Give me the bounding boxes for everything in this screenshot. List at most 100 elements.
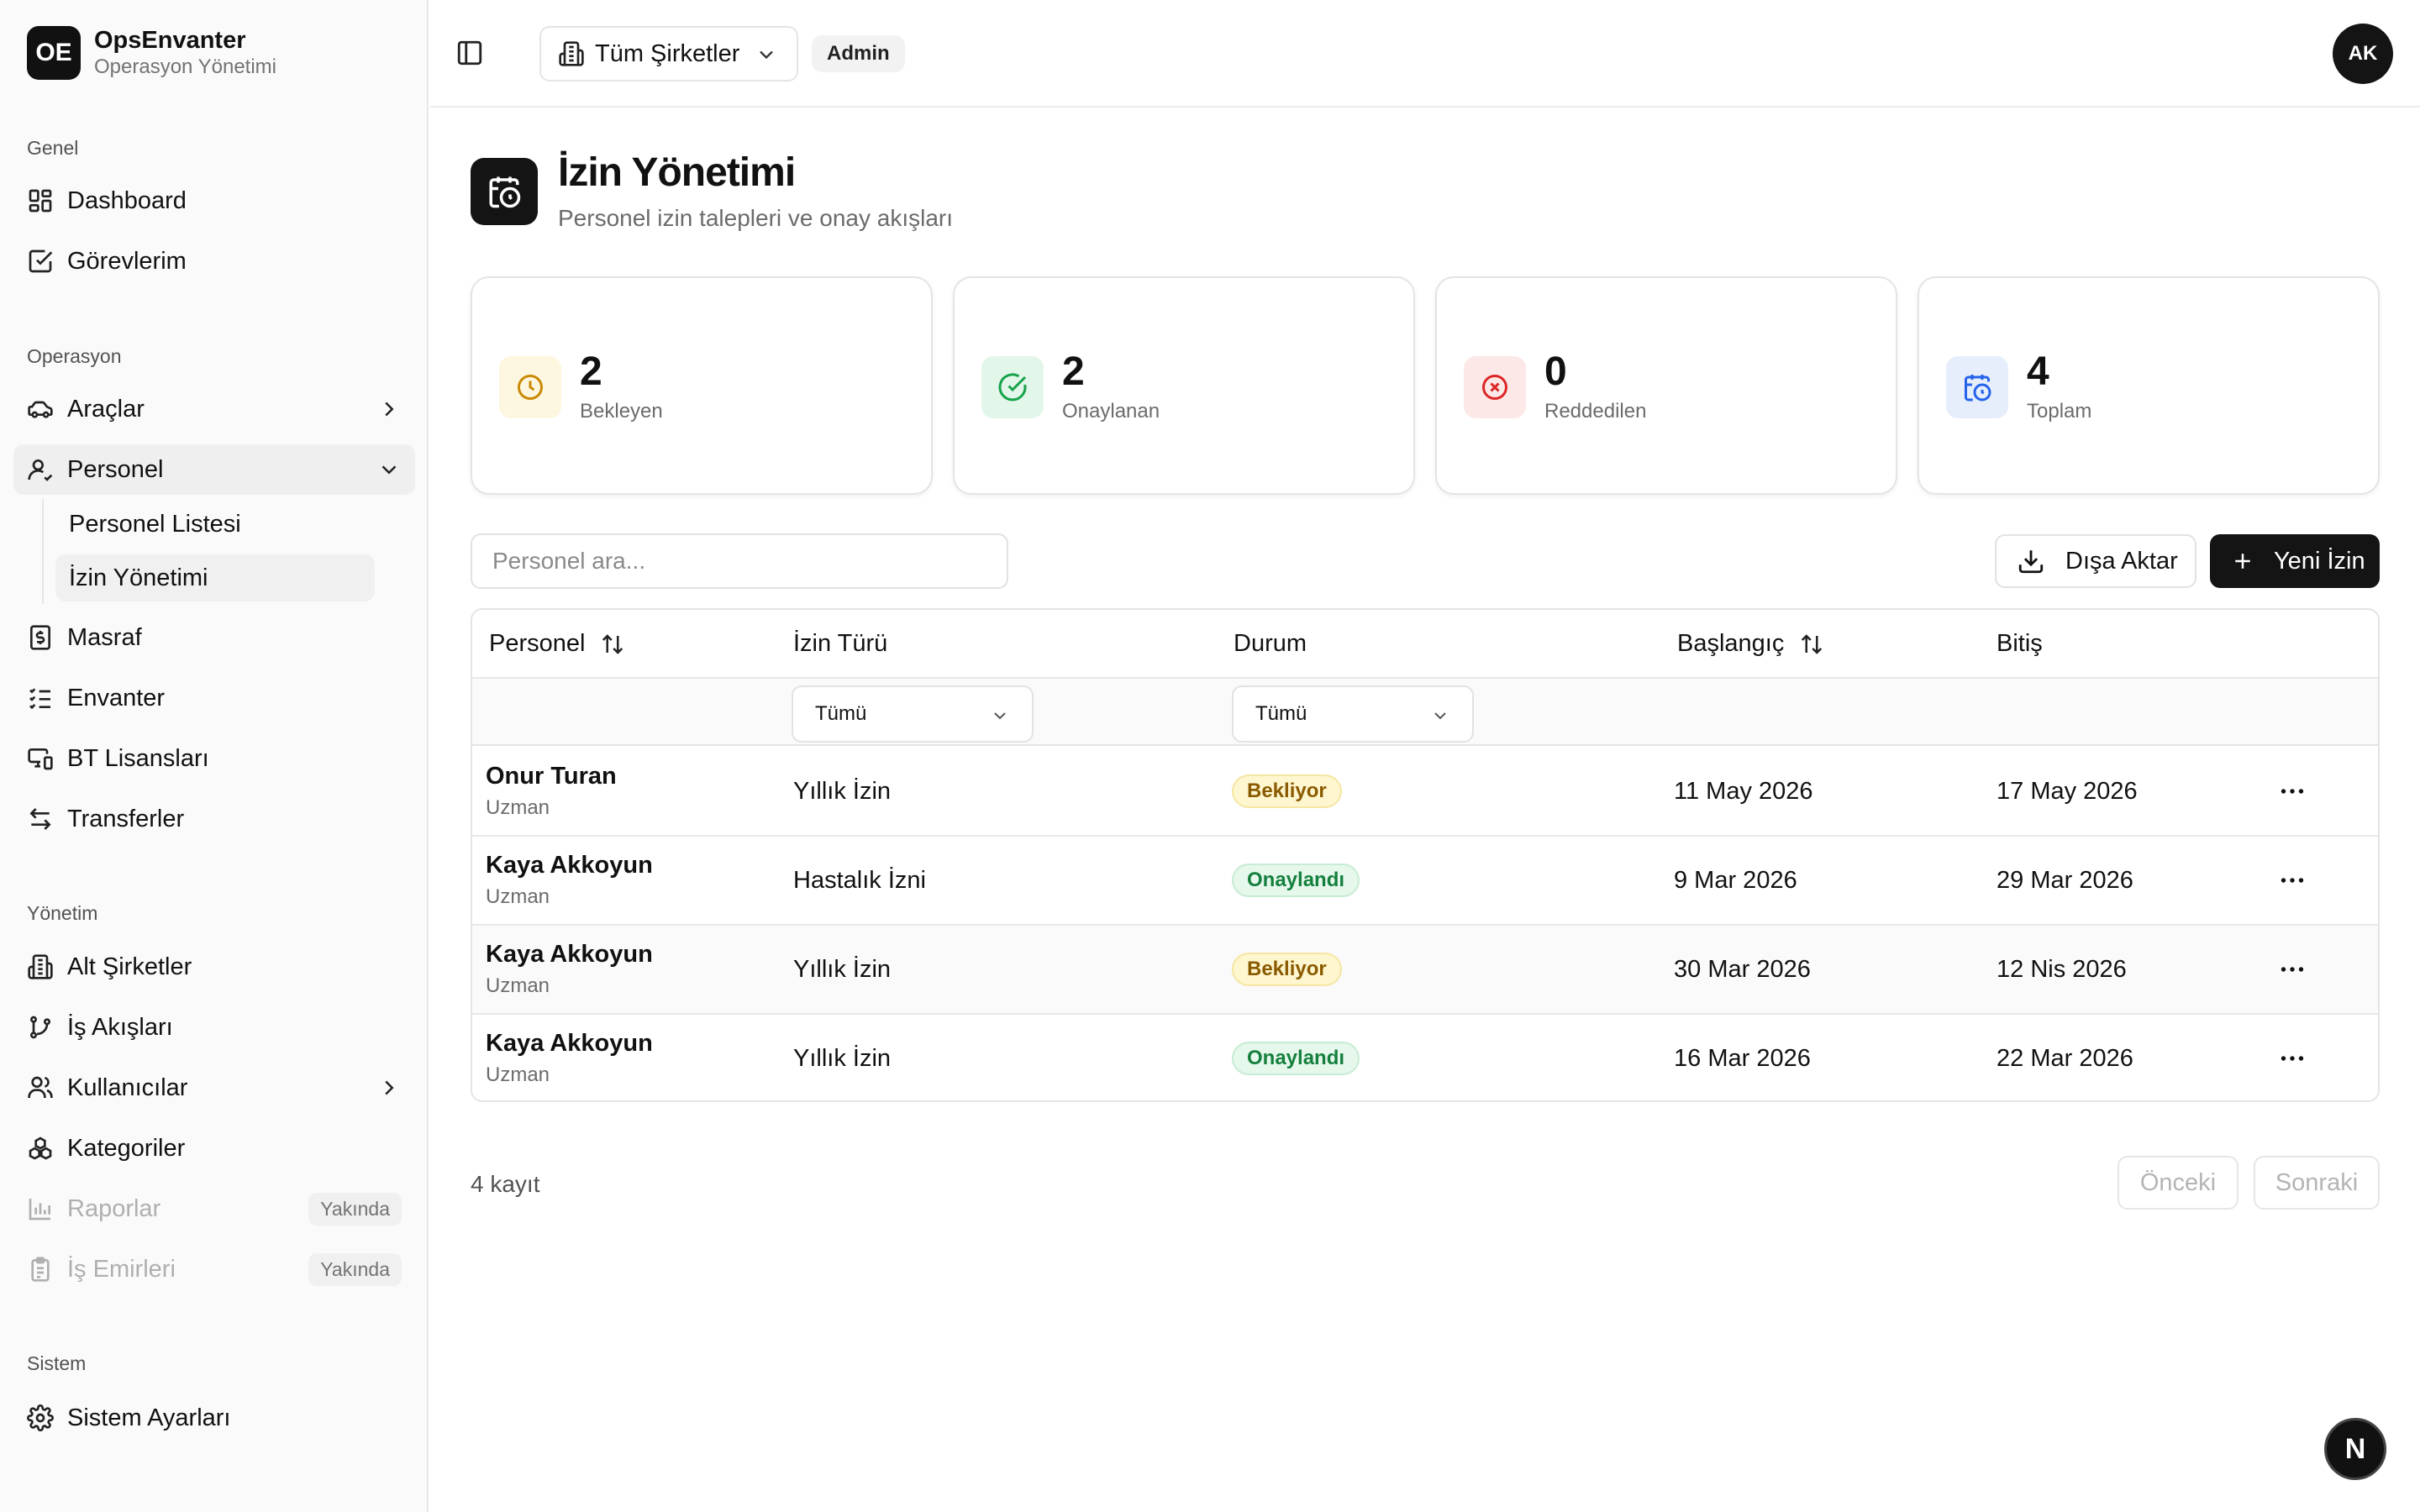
table-row[interactable]: Kaya Akkoyun Uzman Hastalık İzni Onaylan… — [472, 837, 2378, 926]
sidebar-item-transferler[interactable]: Transferler — [13, 794, 415, 844]
start-date: 30 Mar 2026 — [1674, 956, 1811, 983]
avatar[interactable]: AK — [2333, 24, 2393, 84]
sidebar-item-label: Sistem Ayarları — [67, 1404, 231, 1431]
top-header: Tüm Şirketler Admin AK — [430, 0, 2420, 108]
list-checks-icon — [27, 685, 54, 711]
employee-name: Onur Turan — [486, 763, 617, 790]
company-select-value: Tüm Şirketler — [595, 39, 740, 67]
start-date: 9 Mar 2026 — [1674, 867, 1797, 894]
brand-subtitle: Operasyon Yönetimi — [94, 55, 277, 78]
sidebar-item-label: İş Emirleri — [67, 1255, 176, 1283]
export-button[interactable]: Dışa Aktar — [1995, 534, 2196, 588]
more-horizontal-icon[interactable] — [2277, 1043, 2307, 1074]
new-leave-button-label: Yeni İzin — [2274, 547, 2365, 575]
employee-role: Uzman — [486, 974, 550, 997]
gear-icon — [27, 1404, 54, 1431]
x-circle-icon — [1480, 372, 1510, 402]
group-label-operasyon: Operasyon — [27, 345, 122, 367]
page-subtitle: Personel izin talepleri ve onay akışları — [558, 205, 954, 231]
start-date: 16 Mar 2026 — [1674, 1045, 1811, 1072]
filter-row: Tümü Tümü — [472, 679, 2378, 746]
column-header-bitis: Bitiş — [1996, 630, 2043, 657]
sidebar-item-label: İş Akışları — [67, 1013, 173, 1041]
sidebar-item-is-akislari[interactable]: İş Akışları — [13, 1002, 415, 1053]
sidebar-item-dashboard[interactable]: Dashboard — [13, 176, 415, 226]
sidebar: OE OpsEnvanter Operasyon Yönetimi Genel … — [0, 0, 429, 1512]
sidebar-item-alt-sirketler[interactable]: Alt Şirketler — [13, 942, 415, 992]
sidebar-item-gorevlerim[interactable]: Görevlerim — [13, 236, 415, 286]
download-icon — [2017, 547, 2045, 575]
sort-icon[interactable] — [1799, 632, 1824, 657]
table-header: Personel İzin Türü Durum Başlangıç Bitiş — [472, 610, 2378, 679]
end-date: 22 Mar 2026 — [1996, 1045, 2133, 1072]
column-header-baslangic[interactable]: Başlangıç — [1677, 630, 1824, 658]
stat-icon-wrap — [981, 356, 1044, 418]
receipt-icon — [27, 624, 54, 651]
sidebar-item-bt-lisanslari[interactable]: BT Lisansları — [13, 733, 415, 784]
sidebar-item-personel-listesi[interactable]: Personel Listesi — [55, 501, 375, 548]
sort-icon[interactable] — [600, 632, 625, 657]
stat-label: Toplam — [2027, 400, 2092, 423]
page-icon — [471, 158, 538, 225]
stat-card-pending: 2 Bekleyen — [471, 276, 933, 495]
sidebar-item-label: Araçlar — [67, 395, 145, 423]
filter-izin-turu-select[interactable]: Tümü — [792, 685, 1034, 743]
dev-tools-badge[interactable]: N — [2324, 1418, 2386, 1480]
group-label-genel: Genel — [27, 137, 79, 159]
chevron-right-icon — [376, 396, 402, 422]
role-badge: Admin — [812, 35, 905, 72]
sidebar-item-raporlar: Raporlar Yakında — [13, 1184, 415, 1234]
sidebar-item-kategoriler[interactable]: Kategoriler — [13, 1123, 415, 1173]
new-leave-button[interactable]: Yeni İzin — [2210, 534, 2380, 588]
more-horizontal-icon[interactable] — [2277, 776, 2307, 806]
soon-badge: Yakında — [308, 1252, 402, 1286]
git-branch-icon — [27, 1014, 54, 1041]
table-row[interactable]: Kaya Akkoyun Uzman Yıllık İzin Onaylandı… — [472, 1015, 2378, 1100]
status-badge: Bekliyor — [1232, 774, 1342, 808]
bar-chart-icon — [27, 1195, 54, 1222]
chevron-right-icon — [376, 1075, 402, 1100]
sidebar-item-sistem-ayarlari[interactable]: Sistem Ayarları — [13, 1393, 415, 1443]
record-count: 4 kayıt — [471, 1171, 540, 1197]
stat-label: Reddedilen — [1544, 400, 1647, 423]
sidebar-toggle-icon[interactable] — [455, 39, 484, 67]
filter-durum-select[interactable]: Tümü — [1232, 685, 1474, 743]
sidebar-item-kullanicilar[interactable]: Kullanıcılar — [13, 1063, 415, 1113]
sidebar-item-label: BT Lisansları — [67, 744, 209, 772]
user-icon — [27, 456, 54, 483]
leave-type: Yıllık İzin — [793, 956, 892, 983]
next-page-button[interactable]: Sonraki — [2254, 1156, 2380, 1210]
status-badge: Onaylandı — [1232, 1042, 1360, 1075]
brand[interactable]: OE OpsEnvanter Operasyon Yönetimi — [27, 26, 276, 80]
stat-value: 0 — [1544, 349, 1567, 394]
calendar-clock-icon — [1962, 372, 1992, 402]
start-date: 11 May 2026 — [1674, 778, 1813, 805]
plus-icon — [2230, 549, 2255, 574]
search-input[interactable] — [471, 533, 1008, 589]
sidebar-item-label: Kategoriler — [67, 1134, 186, 1162]
leave-type: Yıllık İzin — [793, 778, 892, 805]
sidebar-item-araclar[interactable]: Araçlar — [13, 384, 415, 434]
clipboard-list-icon — [27, 1256, 54, 1283]
sidebar-item-label: Transferler — [67, 805, 185, 832]
sidebar-item-masraf[interactable]: Masraf — [13, 612, 415, 663]
more-horizontal-icon[interactable] — [2277, 954, 2307, 984]
company-select[interactable]: Tüm Şirketler — [539, 26, 798, 81]
stat-value: 4 — [2027, 349, 2049, 394]
arrow-left-right-icon — [27, 806, 54, 832]
sidebar-item-envanter[interactable]: Envanter — [13, 673, 415, 723]
prev-page-button[interactable]: Önceki — [2118, 1156, 2238, 1210]
sidebar-item-label: Personel — [67, 455, 164, 483]
column-header-personel[interactable]: Personel — [489, 630, 625, 658]
stat-value: 2 — [1062, 349, 1085, 394]
status-badge: Onaylandı — [1232, 864, 1360, 897]
table-row[interactable]: Onur Turan Uzman Yıllık İzin Bekliyor 11… — [472, 748, 2378, 837]
chevron-down-icon — [376, 457, 402, 482]
employee-role: Uzman — [486, 1063, 550, 1086]
clock-icon — [515, 372, 545, 402]
table-row[interactable]: Kaya Akkoyun Uzman Yıllık İzin Bekliyor … — [472, 926, 2378, 1015]
more-horizontal-icon[interactable] — [2277, 865, 2307, 895]
car-icon — [27, 396, 54, 423]
sidebar-item-personel[interactable]: Personel — [13, 444, 415, 495]
sidebar-item-izin-yonetimi[interactable]: İzin Yönetimi — [55, 554, 375, 601]
